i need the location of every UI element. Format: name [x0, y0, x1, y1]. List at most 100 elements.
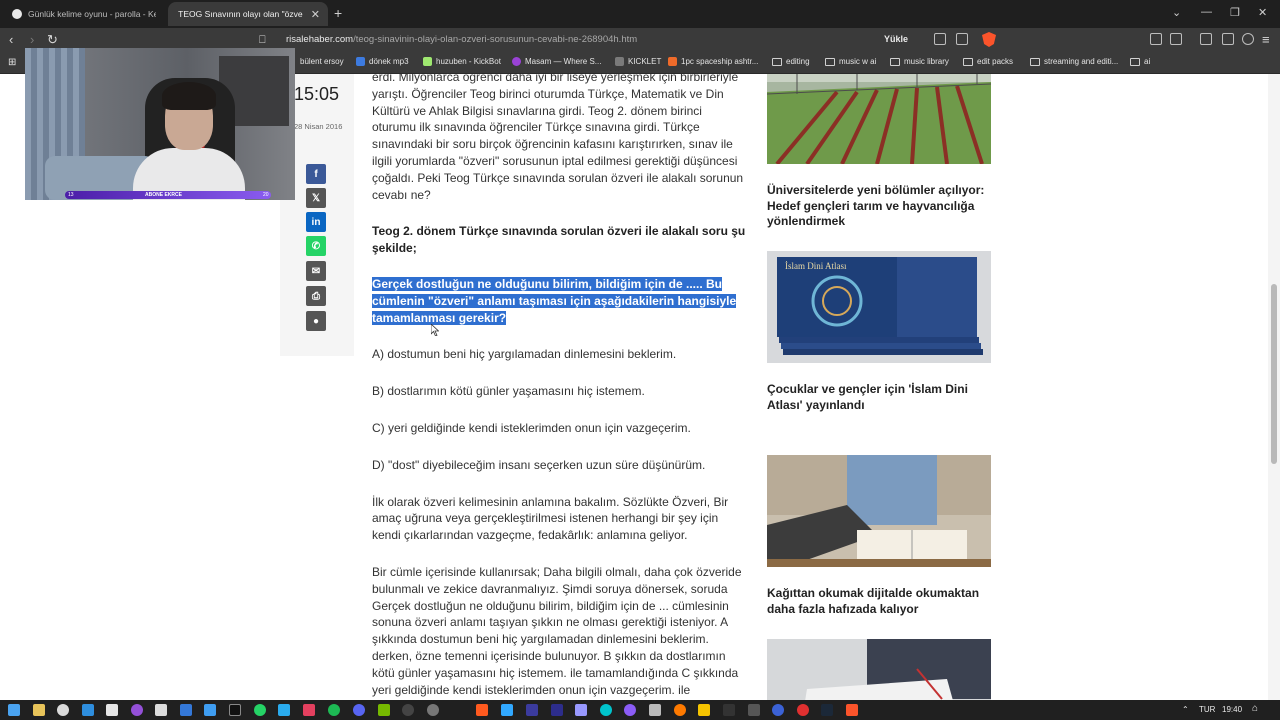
comment-icon[interactable]: ●	[306, 311, 326, 331]
photoshop-icon[interactable]	[501, 704, 513, 716]
whatsapp-icon[interactable]	[254, 704, 266, 716]
article-intro: erdi. Milyonlarca öğrenci daha iyi bir l…	[372, 74, 744, 202]
yukle-button[interactable]: Yükle	[884, 34, 908, 44]
start-icon[interactable]	[8, 704, 20, 716]
extensions-icon[interactable]	[1150, 33, 1162, 45]
spotify-icon[interactable]	[328, 704, 340, 716]
news-card[interactable]	[767, 639, 991, 700]
forward-icon[interactable]: ›	[30, 32, 34, 48]
bookmark-folder[interactable]: streaming and editi...	[1030, 57, 1118, 66]
news-card[interactable]: Kağıttan okumak dijitalde okumaktan daha…	[767, 455, 991, 617]
whatsapp-share-icon[interactable]: ✆	[306, 236, 326, 256]
tab-teog-active[interactable]: TEOG Sınavının olayı olan "özve ✕	[168, 2, 328, 26]
notion-icon[interactable]	[106, 704, 118, 716]
option-c: C) yeri geldiğinde kendi isteklerimden o…	[372, 420, 691, 435]
news-title[interactable]: Çocuklar ve gençler için 'İslam Dini Atl…	[767, 382, 991, 413]
network-icon[interactable]: ⌂	[1252, 703, 1258, 714]
taskbar-app-icon[interactable]	[131, 704, 143, 716]
audition-icon[interactable]	[551, 704, 563, 716]
scrollbar-thumb[interactable]	[1271, 284, 1277, 464]
chevron-down-icon[interactable]: ⌄	[1172, 6, 1181, 19]
taskbar-app-icon[interactable]	[698, 704, 710, 716]
telegram-icon[interactable]	[278, 704, 290, 716]
site-icon	[356, 57, 365, 66]
webcam-bar-left: 13	[68, 192, 74, 198]
article-time: 15:05	[294, 84, 340, 104]
bookmark-item[interactable]: bülent ersoy	[300, 57, 344, 66]
illustrator-icon[interactable]	[476, 704, 488, 716]
tab-parolla[interactable]: Günlük kelime oyunu - parolla - Keli	[4, 2, 164, 26]
bookmark-folder[interactable]: ai	[1130, 57, 1150, 66]
news-title[interactable]: Üniversitelerde yeni bölümler açılıyor: …	[767, 183, 991, 230]
close-tab-icon[interactable]: ✕	[311, 8, 320, 21]
back-icon[interactable]: ‹	[9, 32, 13, 48]
minimize-icon[interactable]: —	[1201, 6, 1212, 18]
taskbar-app-icon[interactable]	[723, 704, 735, 716]
bookmark-folder[interactable]: music library	[890, 57, 949, 66]
steam-icon[interactable]	[821, 704, 833, 716]
page-scrollbar[interactable]	[1268, 74, 1280, 700]
menu-icon[interactable]: ≡	[1262, 32, 1270, 48]
bookmark-item[interactable]: 1pc spaceship ashtr...	[668, 57, 758, 66]
maximize-icon[interactable]: ❐	[1230, 6, 1240, 19]
bookmark-folder[interactable]: music w ai	[825, 57, 876, 66]
new-tab-icon[interactable]: +	[334, 5, 342, 21]
taskbar-clock[interactable]: 19:40	[1222, 705, 1242, 714]
brave-taskbar-icon[interactable]	[846, 704, 858, 716]
instagram-icon[interactable]	[303, 704, 315, 716]
bookmark-item[interactable]: huzuben - KickBot	[423, 57, 501, 66]
reload-icon[interactable]: ↻	[47, 32, 58, 48]
nvidia-icon[interactable]	[378, 704, 390, 716]
premiere-icon[interactable]	[575, 704, 587, 716]
x-share-icon[interactable]: 𝕏	[306, 188, 326, 208]
news-card[interactable]: İslam Dini Atlası Çocuklar ve gençler iç…	[767, 251, 991, 413]
taskbar-app-icon[interactable]	[772, 704, 784, 716]
tray-chevron-icon[interactable]: ⌃	[1182, 705, 1189, 714]
media-encoder-icon[interactable]	[526, 704, 538, 716]
canva-icon[interactable]	[600, 704, 612, 716]
tiktok-icon[interactable]	[229, 704, 241, 716]
vpn-icon[interactable]	[1242, 33, 1254, 45]
brave-shields-icon[interactable]	[982, 32, 996, 47]
sidebar-icon[interactable]	[1200, 33, 1212, 45]
language-indicator[interactable]: TUR	[1199, 705, 1215, 714]
taskbar-app-icon[interactable]	[204, 704, 216, 716]
print-icon[interactable]: ⎙	[306, 286, 326, 306]
vscode-icon[interactable]	[82, 704, 94, 716]
bookmark-item[interactable]: Masam — Where S...	[512, 57, 601, 66]
taskbar-app-icon[interactable]	[649, 704, 661, 716]
taskbar-app-icon[interactable]	[674, 704, 686, 716]
wallet-icon[interactable]	[1170, 33, 1182, 45]
taskbar-app-icon[interactable]	[624, 704, 636, 716]
writing-image	[767, 639, 991, 700]
taskbar-app-icon[interactable]	[57, 704, 69, 716]
taskbar-app-icon[interactable]	[180, 704, 192, 716]
leo-icon[interactable]	[1222, 33, 1234, 45]
news-card[interactable]: Üniversitelerde yeni bölümler açılıyor: …	[766, 74, 992, 230]
site-icon	[668, 57, 677, 66]
apps-grid-icon[interactable]: ⊞	[8, 57, 16, 68]
email-share-icon[interactable]: ✉	[306, 261, 326, 281]
discord-icon[interactable]	[353, 704, 365, 716]
bookmark-item[interactable]: KICKLET	[615, 57, 661, 66]
obs-icon[interactable]	[402, 704, 414, 716]
folder-icon	[890, 57, 900, 66]
share-icon[interactable]	[956, 33, 968, 45]
bookmark-item[interactable]: dönek mp3	[356, 57, 409, 66]
taskbar-app-icon[interactable]	[155, 704, 167, 716]
taskbar-app-icon[interactable]	[748, 704, 760, 716]
close-window-icon[interactable]: ✕	[1258, 6, 1267, 19]
bookmark-folder[interactable]: edit packs	[963, 57, 1013, 66]
news-title[interactable]: Kağıttan okumak dijitalde okumaktan daha…	[767, 586, 991, 617]
taskbar-app-icon[interactable]	[797, 704, 809, 716]
exam-question[interactable]: Gerçek dostluğun ne olduğunu bilirim, bi…	[372, 276, 746, 326]
bookmark-folder[interactable]: editing	[772, 57, 810, 66]
article-paragraph: Bir cümle içerisinde kullanırsak; Daha b…	[372, 564, 742, 697]
taskbar-app-icon[interactable]	[427, 704, 439, 716]
facebook-share-icon[interactable]: f	[306, 164, 326, 184]
bookmark-icon[interactable]: ⎕	[259, 32, 266, 48]
linkedin-share-icon[interactable]: in	[306, 212, 326, 232]
url-field[interactable]: risalehaber.com/teog-sinavinin-olayi-ola…	[286, 34, 637, 45]
reader-icon[interactable]	[934, 33, 946, 45]
file-explorer-icon[interactable]	[33, 704, 45, 716]
